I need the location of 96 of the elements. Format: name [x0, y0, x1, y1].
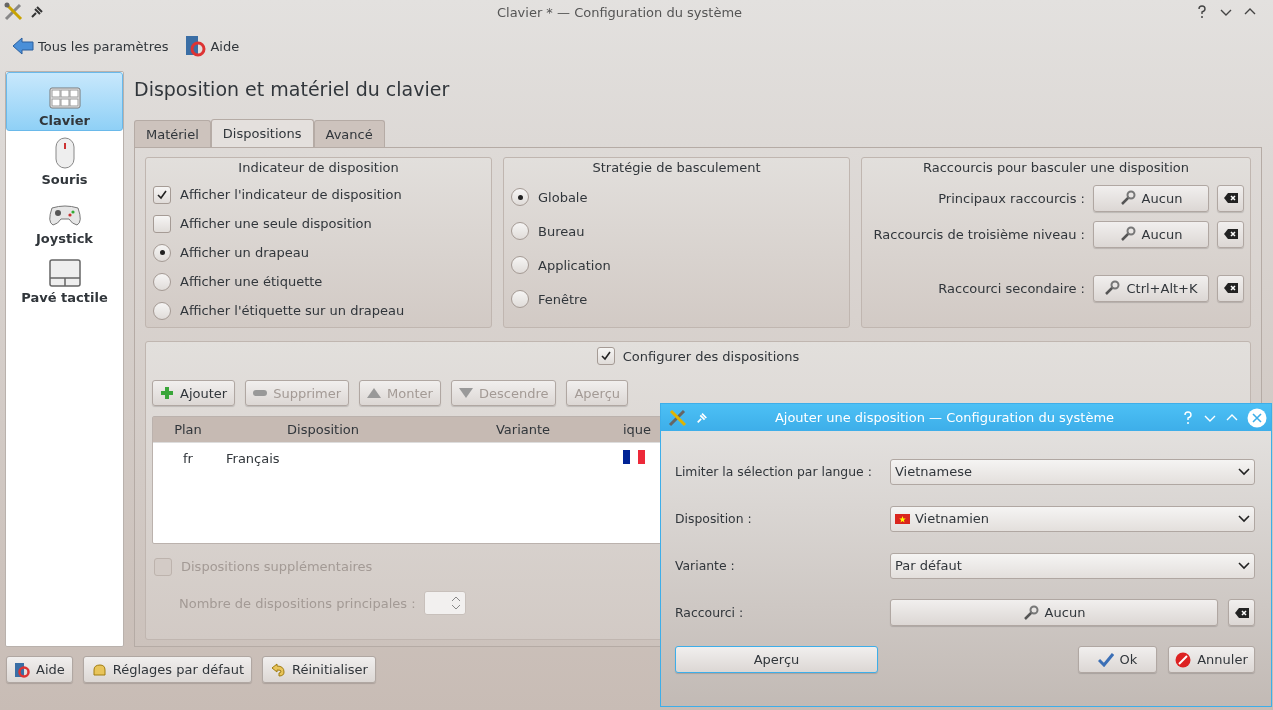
gamepad-icon [47, 202, 82, 228]
dropdown[interactable]: Par défaut [890, 552, 1255, 579]
pin-icon[interactable] [30, 5, 44, 19]
checkmark-icon [599, 350, 612, 362]
tools-icon[interactable] [668, 407, 688, 428]
sidebar-item[interactable]: Clavier [6, 72, 123, 131]
up-triangle-icon [367, 388, 382, 398]
toolbar-button[interactable]: Tous les paramètres [8, 32, 173, 60]
option-label: Afficher l'indicateur de disposition [180, 187, 402, 202]
option-label: Bureau [538, 223, 585, 239]
clear-button[interactable] [1217, 184, 1244, 212]
checkmark-icon [1097, 652, 1114, 667]
radio-button[interactable] [153, 301, 171, 320]
clear-button[interactable] [1228, 599, 1255, 626]
action-button[interactable]: Ajouter [152, 380, 236, 406]
table-cell-text: Français [225, 450, 281, 466]
group-title: Raccourcis pour basculer une disposition [921, 159, 1191, 177]
radio-button[interactable] [153, 243, 171, 262]
shortcut-button[interactable]: Aucun [890, 599, 1218, 626]
keyboard-icon [48, 86, 81, 110]
option-label: Fenêtre [538, 291, 588, 307]
cancel-icon [1175, 651, 1192, 668]
field-label: Disposition : [675, 511, 753, 526]
clear-icon [1223, 283, 1238, 293]
column-header[interactable]: Plan [153, 422, 223, 437]
table-cell-text: fr [182, 450, 194, 466]
plus-icon [160, 386, 174, 400]
radio-button[interactable] [511, 256, 529, 274]
checkbox[interactable] [153, 214, 171, 233]
page-title: Disposition et matériel du clavier [134, 77, 451, 102]
tab[interactable]: Dispositions [210, 119, 314, 147]
clear-icon [1223, 229, 1238, 239]
flag-icon [895, 513, 910, 524]
radio-button[interactable] [153, 272, 171, 291]
option-label: Afficher une seule disposition [180, 216, 372, 231]
clear-button[interactable] [1217, 274, 1244, 302]
radio-button[interactable] [511, 222, 529, 240]
option-label: Application [538, 257, 611, 273]
close-icon[interactable] [1247, 407, 1267, 428]
tab[interactable]: Avancé [313, 120, 385, 147]
shortcut-label: Raccourci secondaire : [937, 280, 1085, 296]
checkbox[interactable] [596, 347, 615, 365]
footer-button[interactable]: Aide [6, 656, 73, 683]
checkmark-icon [156, 188, 168, 201]
preview-button[interactable]: Aperçu [675, 646, 878, 673]
tab[interactable]: Matériel [134, 120, 211, 147]
sidebar-item[interactable]: Joystick [6, 190, 123, 249]
group-title: Indicateur de disposition [237, 159, 400, 177]
column-header[interactable]: Variante [423, 422, 623, 437]
column-header[interactable]: Disposition [223, 422, 423, 437]
checkbox[interactable] [153, 185, 171, 204]
window-title: Clavier * — Configuration du système [495, 4, 744, 20]
sidebar-item[interactable]: Pavé tactile [6, 249, 123, 308]
help-book-icon [14, 661, 30, 678]
toolbar-button[interactable]: Aide [180, 31, 244, 61]
down-triangle-icon [458, 388, 473, 398]
dialog-title: Ajouter une disposition — Configuration du système [773, 410, 1116, 425]
radio-button[interactable] [511, 188, 529, 206]
footer-button[interactable]: Réinitialiser [262, 656, 376, 683]
group-title: Configurer des dispositions [622, 348, 800, 364]
option-label: Afficher l'étiquette sur un drapeau [180, 303, 405, 318]
field-label: Variante : [675, 558, 736, 573]
option-label: Afficher une étiquette [180, 274, 323, 289]
option-label: Globale [538, 189, 588, 205]
clear-icon [1234, 607, 1249, 618]
help-book-icon [184, 35, 207, 57]
back-arrow-icon [12, 36, 34, 56]
dialog-button[interactable]: Annuler [1168, 646, 1255, 673]
dropdown[interactable]: Vietnamese [890, 458, 1255, 485]
clear-button[interactable] [1217, 220, 1244, 248]
shortcut-label: Principaux raccourcis : [937, 190, 1085, 206]
chevron-down-icon [1238, 561, 1250, 570]
chevron-down-icon [1238, 514, 1250, 523]
spin-arrows-icon [450, 595, 461, 611]
sidebar-item[interactable]: Souris [6, 131, 123, 190]
spin-box[interactable] [423, 591, 466, 615]
help-icon[interactable] [1195, 5, 1209, 19]
mouse-icon [52, 137, 77, 169]
tools-icon[interactable] [4, 2, 24, 22]
dialog-button[interactable]: Ok [1078, 646, 1157, 673]
shortcut-button[interactable]: Aucun [1093, 220, 1209, 248]
field-label: Raccourci : [675, 605, 745, 620]
touchpad-icon [48, 259, 81, 287]
clear-icon [1223, 193, 1238, 203]
chevron-down-icon [1238, 467, 1250, 476]
field-label: Limiter la sélection par langue : [675, 464, 873, 479]
minus-icon [253, 390, 268, 396]
footer-button[interactable]: Réglages par défaut [82, 656, 253, 683]
dropdown[interactable]: Vietnamien [890, 505, 1255, 532]
shortcut-label: Raccourcis de troisième niveau : [872, 226, 1085, 242]
flag-icon [623, 449, 645, 464]
group-title: Stratégie de basculement [591, 159, 762, 177]
shortcut-button[interactable]: Aucun [1093, 184, 1209, 212]
option-label: Afficher un drapeau [180, 245, 309, 260]
shortcut-button[interactable]: Ctrl+Alt+K [1093, 274, 1209, 302]
radio-button[interactable] [511, 290, 529, 308]
